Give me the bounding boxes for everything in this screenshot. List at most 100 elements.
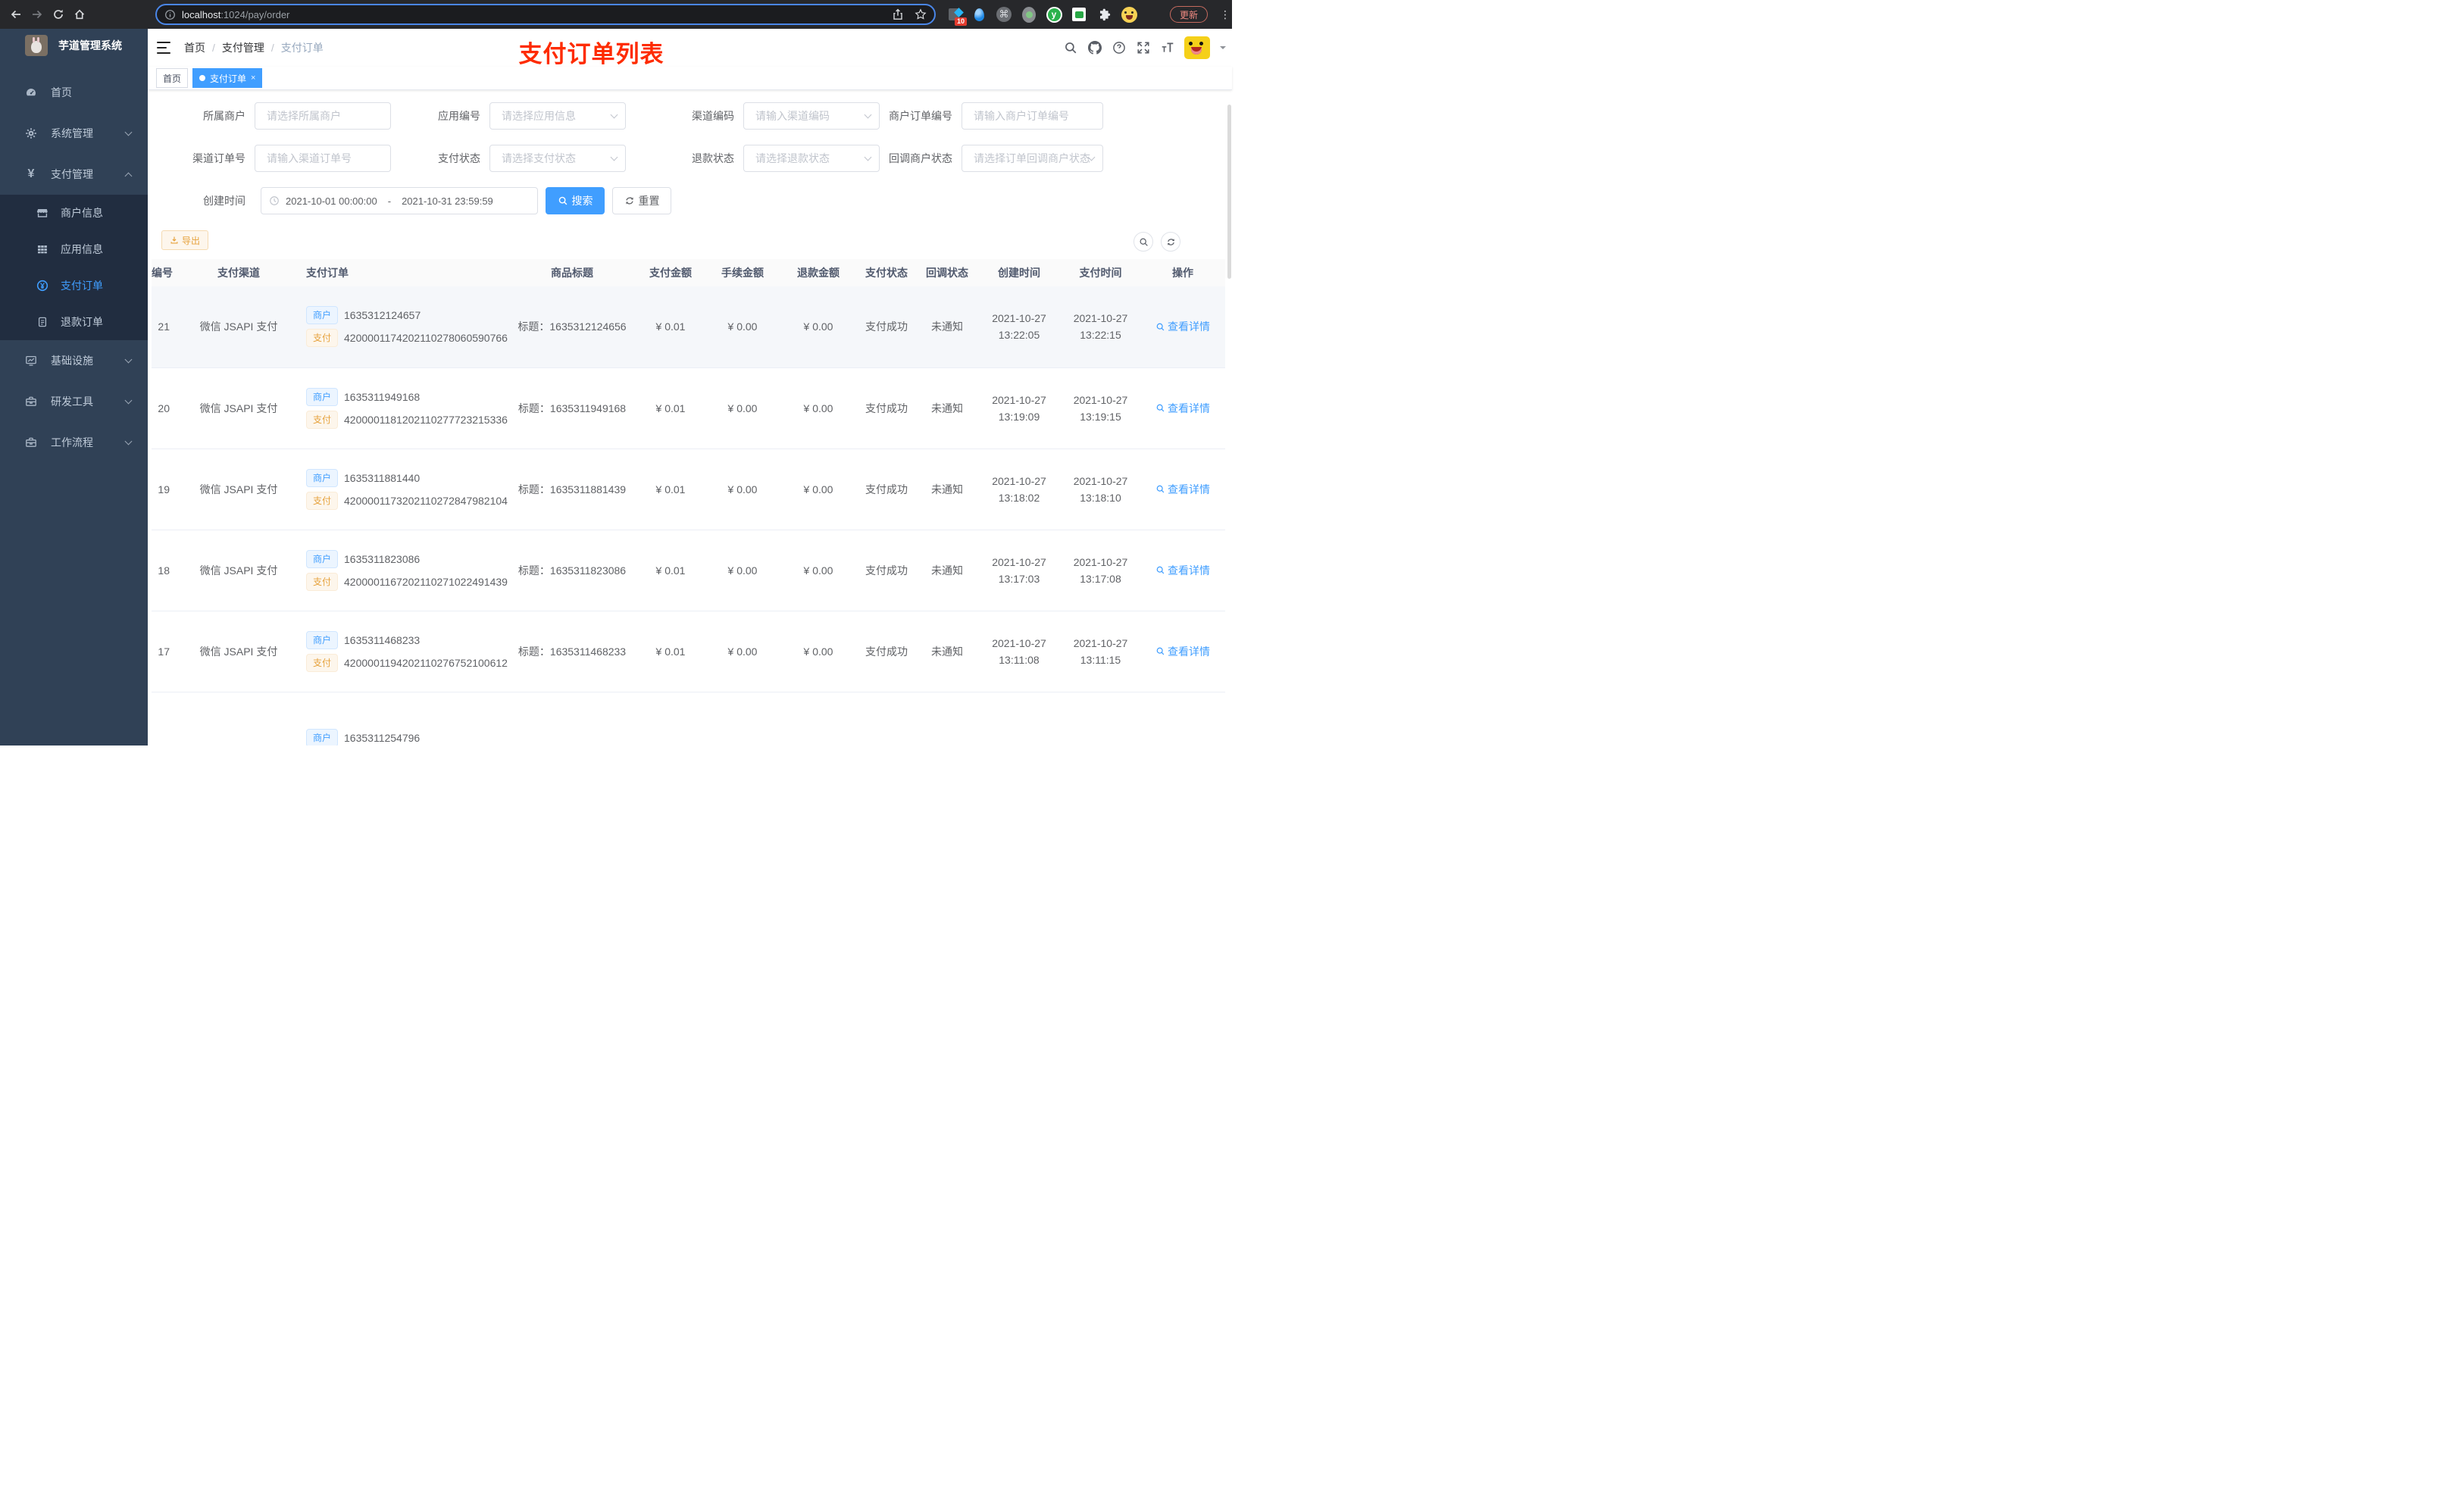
pay-amount: ¥ 0.01 bbox=[636, 530, 705, 611]
github-icon[interactable] bbox=[1087, 41, 1102, 55]
filter-input[interactable] bbox=[962, 102, 1103, 130]
filter-select[interactable] bbox=[743, 145, 880, 172]
refresh-button[interactable] bbox=[1161, 232, 1180, 252]
select-应用编号 bbox=[489, 102, 626, 130]
create-time: 2021-10-27 13:17:03 bbox=[977, 530, 1061, 611]
extension-chat-icon[interactable] bbox=[1071, 6, 1087, 23]
bookmark-star-icon[interactable] bbox=[915, 8, 927, 20]
date-label: 创建时间 bbox=[203, 195, 245, 207]
notify-status: 未通知 bbox=[917, 449, 977, 530]
fee-amount: ¥ 0.00 bbox=[705, 530, 780, 611]
share-icon[interactable] bbox=[892, 8, 904, 20]
export-button[interactable]: 导出 bbox=[161, 230, 209, 250]
sidebar-item-商户信息[interactable]: 商户信息 bbox=[0, 195, 148, 231]
tab-pay-order[interactable]: 支付订单 × bbox=[192, 68, 263, 88]
view-detail-link[interactable]: 查看详情 bbox=[1155, 482, 1210, 497]
sidebar: 芋道管理系统 首页系统管理 ¥ 支付管理 商户信息 应用信息 支付订单 退款订单 基础设施 研发… bbox=[0, 29, 148, 746]
fullscreen-icon[interactable] bbox=[1136, 41, 1150, 55]
filter-input[interactable] bbox=[255, 145, 391, 172]
site-info-icon[interactable] bbox=[164, 9, 176, 20]
avatar-caret-icon[interactable] bbox=[1220, 46, 1226, 52]
extension-dot-icon[interactable] bbox=[1021, 6, 1037, 23]
back-icon[interactable] bbox=[9, 8, 23, 21]
fee-amount: ¥ 0.00 bbox=[705, 286, 780, 368]
pay-order-cell: 商户 1635312124657 支付 42000011742021102780605… bbox=[295, 286, 508, 368]
sidebar-item-工作流程[interactable]: 工作流程 bbox=[0, 422, 148, 463]
tab-home[interactable]: 首页 bbox=[156, 68, 189, 88]
pay-time: 2021-10-27 13:19:15 bbox=[1061, 367, 1140, 449]
reload-icon[interactable] bbox=[52, 8, 65, 21]
breadcrumb-pay[interactable]: 支付管理 bbox=[222, 40, 264, 55]
home-icon[interactable] bbox=[73, 8, 86, 21]
reset-button[interactable]: 重置 bbox=[612, 187, 671, 214]
navbar-actions bbox=[1063, 29, 1226, 67]
view-detail-link[interactable]: 查看详情 bbox=[1155, 401, 1210, 416]
table-row: 商户 1635311254796 bbox=[152, 692, 1225, 746]
sidebar-item-label: 系统管理 bbox=[51, 127, 93, 139]
forward-icon[interactable] bbox=[30, 8, 44, 21]
browser-menu-icon[interactable]: ⋮ bbox=[1220, 0, 1230, 29]
extension-yudao-icon[interactable]: y bbox=[1046, 6, 1062, 23]
sidebar-item-应用信息[interactable]: 应用信息 bbox=[0, 231, 148, 267]
refund-amount: ¥ 0.00 bbox=[780, 286, 856, 368]
filter-form: 所属商户 应用编号 渠道编码 商户订单编号渠道订单号 支付状态 退款状态 回调商户状态 bbox=[152, 90, 1228, 187]
search-icon[interactable] bbox=[1063, 41, 1077, 55]
view-detail-link[interactable]: 查看详情 bbox=[1155, 563, 1210, 578]
app-logo[interactable]: 芋道管理系统 bbox=[0, 29, 148, 62]
sidebar-toggle-icon[interactable] bbox=[157, 42, 170, 54]
extension-tiles-icon[interactable]: 10 bbox=[946, 6, 967, 26]
browser-update-button[interactable]: 更新 bbox=[1170, 6, 1209, 23]
sidebar-item-系统管理[interactable]: 系统管理 bbox=[0, 113, 148, 154]
sidebar-item-基础设施[interactable]: 基础设施 bbox=[0, 340, 148, 381]
url-bar[interactable]: localhost:1024/pay/order bbox=[155, 4, 936, 25]
extension-command-icon[interactable]: ⌘ bbox=[996, 6, 1012, 23]
channel-pay-no: 4200001194202110276752100612 bbox=[344, 656, 508, 669]
grid-icon bbox=[36, 243, 48, 255]
column-header-支付订单: 支付订单 bbox=[295, 259, 508, 286]
extensions-puzzle-icon[interactable] bbox=[1096, 6, 1112, 23]
view-detail-link[interactable]: 查看详情 bbox=[1155, 644, 1210, 659]
pay-order-cell: 商户 1635311468233 支付 42000011942021102767521… bbox=[295, 611, 508, 692]
sidebar-item-研发工具[interactable]: 研发工具 bbox=[0, 381, 148, 422]
profile-avatar-icon[interactable] bbox=[1121, 6, 1137, 23]
view-detail-link[interactable]: 查看详情 bbox=[1155, 319, 1210, 334]
filter-select[interactable] bbox=[743, 102, 880, 130]
table-body: 21 微信 JSAPI 支付 商户 1635312124657 支付 4200001174… bbox=[152, 286, 1225, 746]
filter-row-2: 渠道订单号 支付状态 退款状态 回调商户状态 bbox=[152, 145, 1228, 187]
help-icon[interactable] bbox=[1112, 41, 1126, 55]
filter-group-回调商户状态: 回调商户状态 bbox=[880, 145, 1103, 172]
tab-close-icon[interactable]: × bbox=[251, 73, 255, 83]
breadcrumb-home[interactable]: 首页 bbox=[184, 40, 205, 55]
user-avatar[interactable] bbox=[1184, 36, 1210, 59]
channel-pay-no: 4200001181202110277723215336 bbox=[344, 413, 508, 426]
create-time: 2021-10-27 13:22:05 bbox=[977, 286, 1061, 368]
filter-input[interactable] bbox=[255, 102, 391, 130]
column-header-支付金额: 支付金额 bbox=[636, 259, 705, 286]
sidebar-item-label: 首页 bbox=[51, 86, 72, 98]
column-header-操作: 操作 bbox=[1140, 259, 1225, 286]
channel-pay-no: 4200001167202110271022491439 bbox=[344, 575, 508, 588]
sidebar-item-首页[interactable]: 首页 bbox=[0, 72, 148, 113]
filter-label: 退款状态 bbox=[692, 152, 734, 164]
filter-select[interactable] bbox=[962, 145, 1103, 172]
column-header-商品标题: 商品标题 bbox=[508, 259, 636, 286]
filter-select[interactable] bbox=[489, 102, 626, 130]
filter-label: 应用编号 bbox=[438, 110, 480, 122]
extension-balloon-icon[interactable] bbox=[971, 6, 987, 23]
search-button[interactable]: 搜索 bbox=[546, 187, 605, 214]
sidebar-item-支付订单[interactable]: 支付订单 bbox=[0, 267, 148, 304]
column-header-支付渠道: 支付渠道 bbox=[182, 259, 295, 286]
sidebar-item-支付管理[interactable]: ¥ 支付管理 bbox=[0, 154, 148, 195]
font-size-icon[interactable] bbox=[1160, 41, 1174, 55]
date-range-input[interactable]: 2021-10-01 00:00:00 - 2021-10-31 23:59:5… bbox=[261, 187, 538, 214]
pay-amount: ¥ 0.01 bbox=[636, 611, 705, 692]
sidebar-item-label: 支付管理 bbox=[51, 168, 93, 180]
action-cell: 查看详情 bbox=[1140, 449, 1225, 530]
toggle-search-button[interactable] bbox=[1134, 232, 1153, 252]
scrollbar-thumb[interactable] bbox=[1227, 105, 1231, 279]
sidebar-item-退款订单[interactable]: 退款订单 bbox=[0, 304, 148, 340]
channel-pay-no: 4200001174202110278060590766 bbox=[344, 332, 508, 345]
table-row: 19 微信 JSAPI 支付 商户 1635311881440 支付 4200001173… bbox=[152, 449, 1225, 530]
filter-select[interactable] bbox=[489, 145, 626, 172]
pay-amount: ¥ 0.01 bbox=[636, 367, 705, 449]
